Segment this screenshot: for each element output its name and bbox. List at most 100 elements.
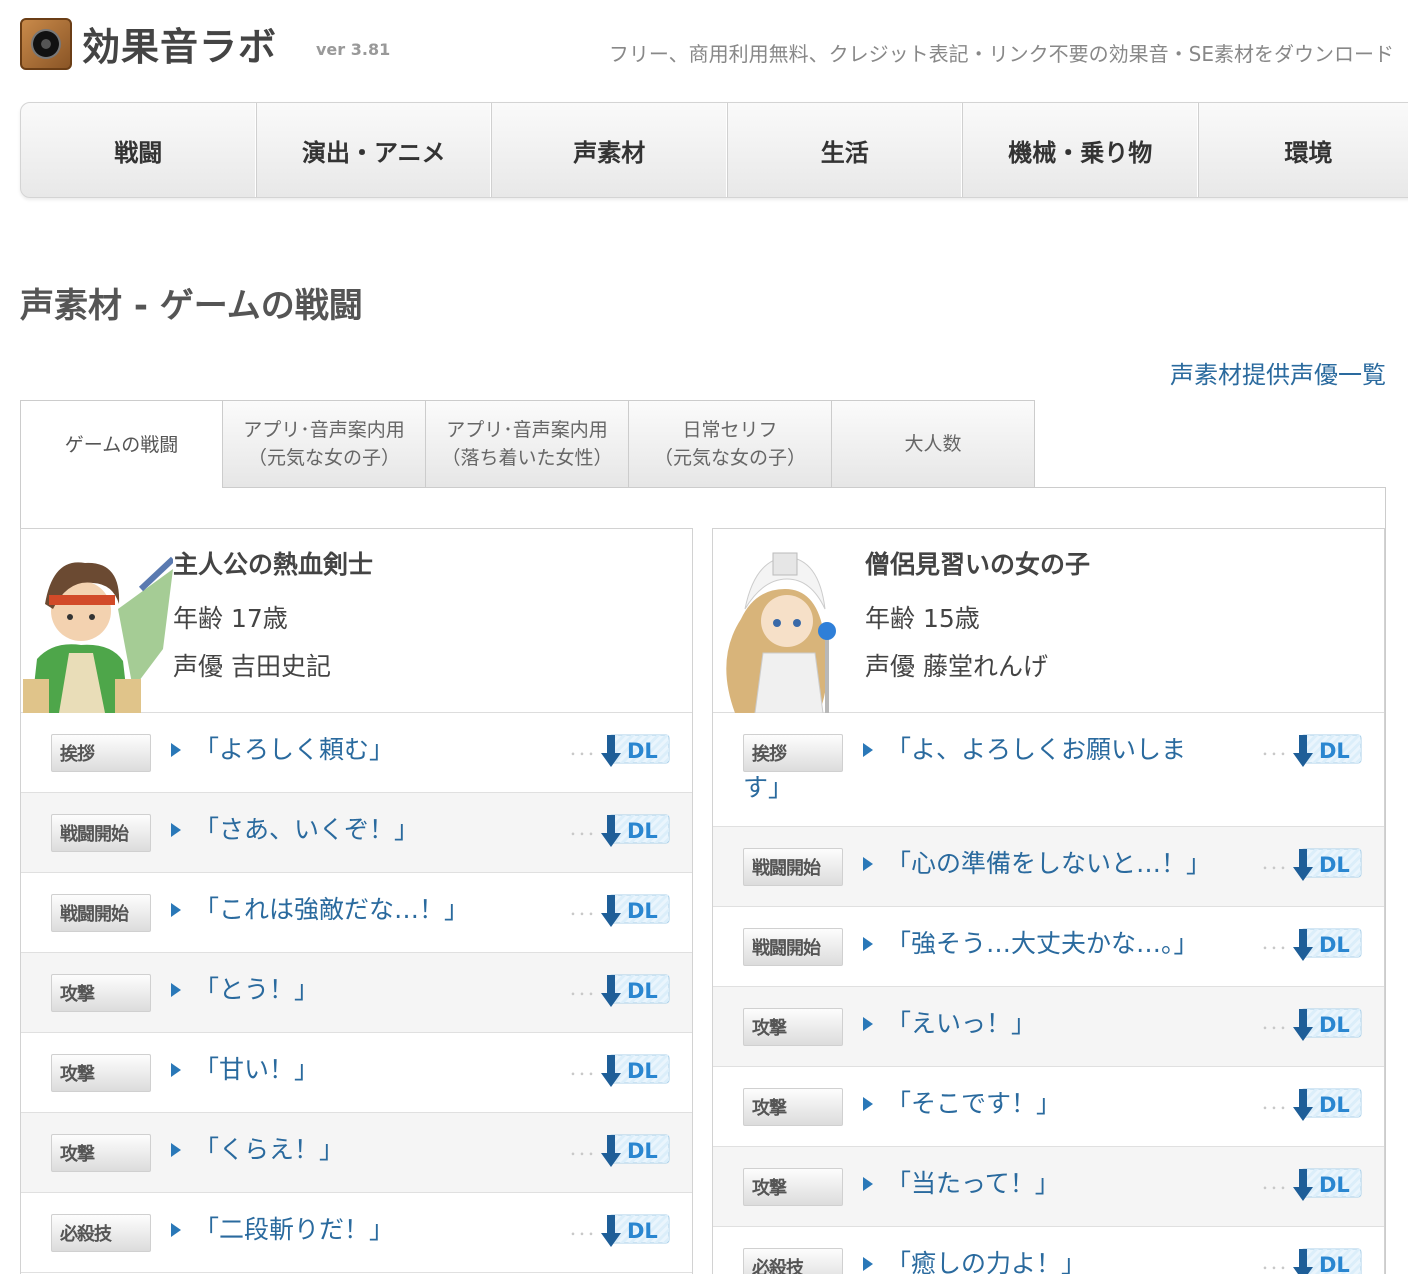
nav-item-animation[interactable]: 演出・アニメ [257, 103, 492, 197]
swordsman-portrait [23, 556, 173, 713]
play-icon[interactable] [171, 1223, 181, 1237]
nav-item-machine[interactable]: 機械・乗り物 [963, 103, 1199, 197]
voice-line-text[interactable]: 「さあ、いくぞ！」 [194, 811, 574, 849]
voice-actor-list-link[interactable]: 声素材提供声優一覧 [1170, 355, 1386, 390]
voice-line-row: 挨拶 「よ、よろしくお願いします」 ･･･ DL [713, 713, 1384, 827]
voice-line-text[interactable]: 「二段斬りだ！」 [194, 1211, 574, 1249]
tab-sublabel: （元気な女の子） [247, 447, 400, 469]
play-icon[interactable] [863, 1017, 873, 1031]
voice-line-row: 攻撃 「そこです！」 ･･･ DL [713, 1067, 1384, 1147]
dl-label: DL [627, 1139, 658, 1163]
speaker-icon [20, 17, 72, 70]
voice-line-text[interactable]: 「強そう…大丈夫かな…。」 [886, 925, 1266, 963]
dl-label: DL [627, 979, 658, 1003]
dl-label: DL [1319, 739, 1350, 763]
download-button[interactable]: DL [1293, 1165, 1363, 1203]
line-category-badge: 戦闘開始 [51, 814, 151, 852]
character-header: 主人公の熱血剣士 年齢 17歳 声優 吉田史記 [21, 529, 692, 713]
download-button[interactable]: DL [1293, 1005, 1363, 1043]
tab-label: アプリ･音声案内用 [446, 419, 608, 441]
nav-item-life[interactable]: 生活 [728, 103, 963, 197]
tab-app-genki[interactable]: アプリ･音声案内用 （元気な女の子） [223, 400, 426, 488]
tab-crowd[interactable]: 大人数 [832, 400, 1035, 488]
dots-separator: ･･･ [1261, 939, 1289, 958]
dots-separator: ･･･ [1261, 1099, 1289, 1118]
tab-game-battle[interactable]: ゲームの戦闘 [20, 400, 223, 488]
voice-line-row: 戦闘開始 「強そう…大丈夫かな…。」 ･･･ DL [713, 907, 1384, 987]
nav-item-battle[interactable]: 戦闘 [21, 103, 257, 197]
play-icon[interactable] [171, 1143, 181, 1157]
site-tagline: フリー、商用利用無料、クレジット表記・リンク不要の効果音・SE素材をダウンロード [608, 42, 1394, 66]
character-card-priestess: 僧侶見習いの女の子 年齢 15歳 声優 藤堂れんげ 挨拶 「よ、よろしくお願いし… [712, 528, 1385, 1274]
play-icon[interactable] [171, 743, 181, 757]
voice-line-text[interactable]: 「えいっ！」 [886, 1005, 1266, 1043]
character-card-swordsman: 主人公の熱血剣士 年齢 17歳 声優 吉田史記 挨拶 「よろしく頼む」 ･･･ … [20, 528, 693, 1274]
play-icon[interactable] [863, 1177, 873, 1191]
voice-line-row: 攻撃 「くらえ！」 ･･･ DL [21, 1113, 692, 1193]
voice-line-text[interactable]: 「よ、よろしくお願いします」 [743, 731, 1203, 807]
nav-item-voice[interactable]: 声素材 [492, 103, 728, 197]
character-age: 年齢 15歳 [865, 604, 980, 633]
dots-separator: ･･･ [569, 1145, 597, 1164]
voice-line-text[interactable]: 「当たって！」 [886, 1165, 1266, 1203]
download-button[interactable]: DL [1293, 925, 1363, 963]
voice-line-text[interactable]: 「心の準備をしないと…！」 [886, 845, 1266, 883]
dl-label: DL [627, 1059, 658, 1083]
dl-label: DL [1319, 1093, 1350, 1117]
dl-label: DL [1319, 1253, 1350, 1274]
tab-label: アプリ･音声案内用 [243, 419, 405, 441]
download-button[interactable]: DL [601, 731, 671, 769]
download-button[interactable]: DL [601, 971, 671, 1009]
dl-label: DL [1319, 1013, 1350, 1037]
character-voice-actor: 声優 藤堂れんげ [865, 652, 1048, 681]
voice-line-text[interactable]: 「そこです！」 [886, 1085, 1266, 1123]
voice-line-text[interactable]: 「癒しの力よ！」 [886, 1245, 1266, 1274]
voice-line-text[interactable]: 「甘い！」 [194, 1051, 574, 1089]
line-category-badge: 戦闘開始 [743, 928, 843, 966]
download-button[interactable]: DL [601, 1131, 671, 1169]
tab-app-calm[interactable]: アプリ･音声案内用 （落ち着いた女性） [426, 400, 629, 488]
dots-separator: ･･･ [1261, 1019, 1289, 1038]
dots-separator: ･･･ [569, 825, 597, 844]
download-button[interactable]: DL [1293, 845, 1363, 883]
category-tabs: ゲームの戦闘 アプリ･音声案内用 （元気な女の子） アプリ･音声案内用 （落ち着いた… [20, 400, 1035, 488]
voice-line-text[interactable]: 「くらえ！」 [194, 1131, 574, 1169]
dots-separator: ･･･ [1261, 1179, 1289, 1198]
tab-daily-lines[interactable]: 日常セリフ （元気な女の子） [629, 400, 832, 488]
voice-line-row: 挨拶 「よろしく頼む」 ･･･ DL [21, 713, 692, 793]
dots-separator: ･･･ [569, 905, 597, 924]
play-icon[interactable] [863, 1097, 873, 1111]
play-icon[interactable] [863, 857, 873, 871]
voice-line-row: 必殺技 「二段斬りだ！」 ･･･ DL [21, 1193, 692, 1273]
site-logo[interactable]: 効果音ラボ [20, 16, 277, 71]
download-button[interactable]: DL [1293, 1085, 1363, 1123]
voice-line-text[interactable]: 「とう！」 [194, 971, 574, 1009]
play-icon[interactable] [171, 1063, 181, 1077]
play-icon[interactable] [171, 983, 181, 997]
voice-line-row: 戦闘開始 「心の準備をしないと…！」 ･･･ DL [713, 827, 1384, 907]
voice-line-row: 攻撃 「えいっ！」 ･･･ DL [713, 987, 1384, 1067]
voice-line-text[interactable]: 「これは強敵だな…！」 [194, 891, 574, 929]
line-category-badge: 攻撃 [743, 1168, 843, 1206]
tab-panel-border [225, 487, 1386, 488]
tab-sublabel: （落ち着いた女性） [441, 447, 613, 469]
download-button[interactable]: DL [601, 1051, 671, 1089]
download-button[interactable]: DL [601, 811, 671, 849]
play-icon[interactable] [171, 903, 181, 917]
download-button[interactable]: DL [1293, 731, 1363, 769]
download-button[interactable]: DL [601, 891, 671, 929]
play-icon[interactable] [863, 937, 873, 951]
play-icon[interactable] [863, 1257, 873, 1271]
line-category-badge: 攻撃 [51, 1054, 151, 1092]
nav-item-environment[interactable]: 環境 [1199, 103, 1408, 197]
line-category-badge: 必殺技 [743, 1248, 843, 1274]
dots-separator: ･･･ [569, 985, 597, 1004]
download-button[interactable]: DL [601, 1211, 671, 1249]
dl-label: DL [627, 739, 658, 763]
dl-label: DL [1319, 1173, 1350, 1197]
play-icon[interactable] [171, 823, 181, 837]
voice-line-text[interactable]: 「よろしく頼む」 [194, 731, 574, 769]
character-header: 僧侶見習いの女の子 年齢 15歳 声優 藤堂れんげ [713, 529, 1384, 713]
download-button[interactable]: DL [1293, 1245, 1363, 1274]
voice-line-row: 戦闘開始 「さあ、いくぞ！」 ･･･ DL [21, 793, 692, 873]
